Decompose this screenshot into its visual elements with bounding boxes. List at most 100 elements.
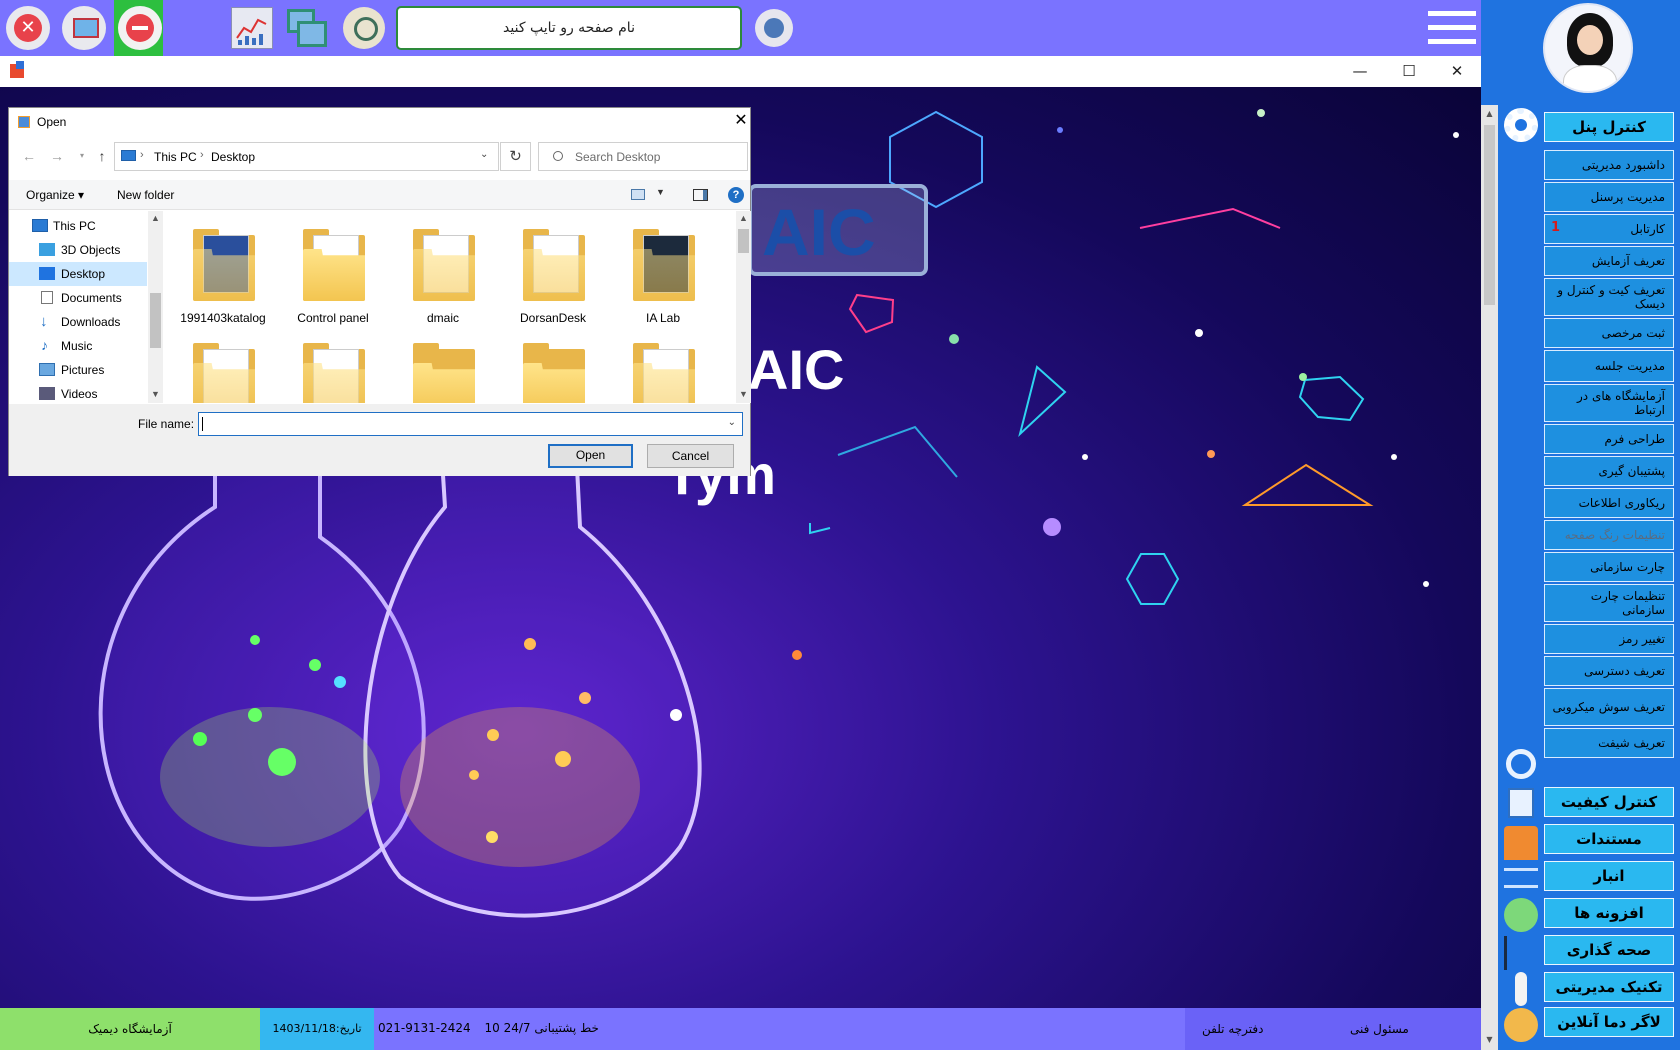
scroll-down-icon[interactable]: ▼: [148, 389, 163, 399]
menu-item-kit-control[interactable]: تعریف کیت و کنترل و دیسک: [1544, 278, 1674, 316]
file-item[interactable]: [613, 333, 713, 403]
nav-item-3d-objects[interactable]: 3D Objects: [9, 238, 147, 262]
file-name: Control panel: [297, 311, 369, 325]
folder-icon: [413, 343, 475, 403]
file-item[interactable]: [393, 333, 493, 403]
menu-item-microbial-strain[interactable]: تعریف سوش میکروبی: [1544, 688, 1674, 726]
menu-item-org-chart[interactable]: چارت سازمانی: [1544, 552, 1674, 582]
organize-button[interactable]: Organize ▾: [26, 188, 84, 202]
close-app-button[interactable]: ✕: [6, 6, 50, 50]
file-item[interactable]: Control panel: [283, 219, 383, 333]
chevron-down-icon[interactable]: ⌄: [480, 149, 488, 160]
menu-item-form-design[interactable]: طراحی فرم: [1544, 424, 1674, 454]
folder-icon: [523, 343, 585, 403]
nav-item-documents[interactable]: Documents: [9, 286, 147, 310]
management-icon: [1504, 936, 1538, 970]
menu-item-color-settings[interactable]: تنظیمات رنگ صفحه: [1544, 520, 1674, 550]
menu-item-change-password[interactable]: تغییر رمز: [1544, 624, 1674, 654]
scroll-up-icon[interactable]: ▲: [148, 213, 163, 223]
preview-pane-icon[interactable]: [693, 189, 708, 201]
nav-scrollbar[interactable]: ▲ ▼: [148, 211, 163, 403]
menu-item-test-definition[interactable]: تعریف آزمایش: [1544, 246, 1674, 276]
refresh-button[interactable]: ↻: [500, 142, 531, 171]
forward-arrow-icon[interactable]: →: [49, 148, 65, 164]
file-item[interactable]: [503, 333, 603, 403]
section-quality-control[interactable]: کنترل کیفیت: [1544, 787, 1674, 817]
menu-item-cartable[interactable]: کارتابل 1: [1544, 214, 1674, 244]
back-arrow-icon[interactable]: ←: [21, 148, 37, 164]
nav-item-downloads[interactable]: ↓ Downloads: [9, 310, 147, 334]
breadcrumb-this-pc[interactable]: This PC: [154, 150, 197, 164]
scroll-up-icon[interactable]: ▲: [736, 213, 751, 223]
scrollbar-thumb[interactable]: [1484, 125, 1495, 305]
scroll-up-icon[interactable]: ▲: [1481, 109, 1498, 118]
menu-item-connected-labs[interactable]: آزمایشگاه های در ارتباط: [1544, 384, 1674, 422]
recent-dropdown-icon[interactable]: ▾: [74, 148, 90, 164]
chart-button[interactable]: [231, 7, 273, 49]
new-folder-button[interactable]: New folder: [117, 188, 174, 202]
menu-item-dashboard[interactable]: داشبورد مدیریتی: [1544, 150, 1674, 180]
view-dropdown-icon[interactable]: ▼: [656, 187, 665, 197]
menu-item-org-chart-settings[interactable]: تنظیمات چارت سازمانی: [1544, 584, 1674, 622]
nav-item-pictures[interactable]: Pictures: [9, 358, 147, 382]
page-search-input[interactable]: نام صفحه رو تایپ کنید: [396, 6, 742, 50]
windows-button[interactable]: [285, 7, 327, 49]
section-validation[interactable]: صحه گذاری: [1544, 935, 1674, 965]
help-icon[interactable]: ?: [728, 187, 744, 203]
hamburger-menu-button[interactable]: [1428, 11, 1476, 45]
nav-item-music[interactable]: ♪ Music: [9, 334, 147, 358]
go-button[interactable]: [755, 9, 793, 47]
menu-item-personnel[interactable]: مدیریت پرسنل: [1544, 182, 1674, 212]
nav-item-this-pc[interactable]: This PC: [9, 214, 147, 238]
address-bar[interactable]: › This PC › Desktop ⌄: [114, 142, 499, 171]
file-item[interactable]: dmaic: [393, 219, 493, 333]
section-plugins[interactable]: افزونه ها: [1544, 898, 1674, 928]
logo-text: AIC: [748, 338, 845, 401]
file-scrollbar[interactable]: ▲ ▼: [736, 211, 751, 403]
scroll-down-icon[interactable]: ▼: [1481, 1035, 1498, 1044]
scrollbar-thumb[interactable]: [150, 293, 161, 348]
file-item[interactable]: [283, 333, 383, 403]
file-item[interactable]: [173, 333, 273, 403]
search-desktop-input[interactable]: Search Desktop: [538, 142, 748, 171]
menu-item-access-definition[interactable]: تعریف دسترسی: [1544, 656, 1674, 686]
chevron-down-icon[interactable]: ⌄: [728, 417, 736, 428]
cancel-button[interactable]: Cancel: [647, 444, 734, 468]
nav-item-videos[interactable]: Videos: [9, 382, 147, 403]
phonebook-link[interactable]: دفترچه تلفن: [1202, 1022, 1264, 1036]
file-item[interactable]: DorsanDesk: [503, 219, 603, 333]
avatar[interactable]: [1543, 3, 1633, 93]
nav-item-desktop[interactable]: Desktop: [9, 262, 147, 286]
scroll-down-icon[interactable]: ▼: [736, 389, 751, 399]
up-arrow-icon[interactable]: ↑: [94, 148, 110, 164]
menu-item-backup[interactable]: پشتیبان گیری: [1544, 456, 1674, 486]
breadcrumb-desktop[interactable]: Desktop: [211, 150, 255, 164]
warehouse-icon: [1504, 826, 1538, 860]
section-warehouse[interactable]: انبار: [1544, 861, 1674, 891]
view-options-icon[interactable]: [631, 189, 645, 200]
nav-label: 3D Objects: [61, 243, 121, 257]
technical-manager-link[interactable]: مسئول فنی: [1350, 1022, 1409, 1036]
file-name-input[interactable]: ⌄: [198, 412, 743, 436]
section-management-technique[interactable]: تکنیک مدیریتی: [1544, 972, 1674, 1002]
section-temperature-logger[interactable]: لاگر دما آنلاین: [1544, 1007, 1674, 1037]
window-minimize-button[interactable]: —: [1337, 56, 1383, 87]
window-maximize-button[interactable]: ☐: [1386, 56, 1432, 87]
file-item[interactable]: IA Lab: [613, 219, 713, 333]
scrollbar-thumb[interactable]: [738, 229, 749, 253]
menu-item-recovery[interactable]: ریکاوری اطلاعات: [1544, 488, 1674, 518]
search-tool-button[interactable]: [343, 7, 385, 49]
open-button[interactable]: Open: [548, 444, 633, 468]
monitor-button[interactable]: [62, 6, 106, 50]
section-documents[interactable]: مستندات: [1544, 824, 1674, 854]
file-item[interactable]: 1991403katalog: [173, 219, 273, 333]
menu-item-meetings[interactable]: مدیریت جلسه: [1544, 350, 1674, 382]
sidebar-scrollbar[interactable]: ▲ ▼: [1481, 105, 1498, 1050]
minimize-app-button[interactable]: [118, 6, 162, 50]
pictures-icon: [39, 363, 55, 376]
menu-item-leave[interactable]: ثبت مرخصی: [1544, 318, 1674, 348]
section-control-panel[interactable]: کنترل پنل: [1544, 112, 1674, 142]
window-close-button[interactable]: ✕: [1434, 56, 1480, 87]
dialog-close-button[interactable]: ✕: [729, 108, 753, 134]
menu-item-shift-definition[interactable]: تعریف شیفت: [1544, 728, 1674, 758]
